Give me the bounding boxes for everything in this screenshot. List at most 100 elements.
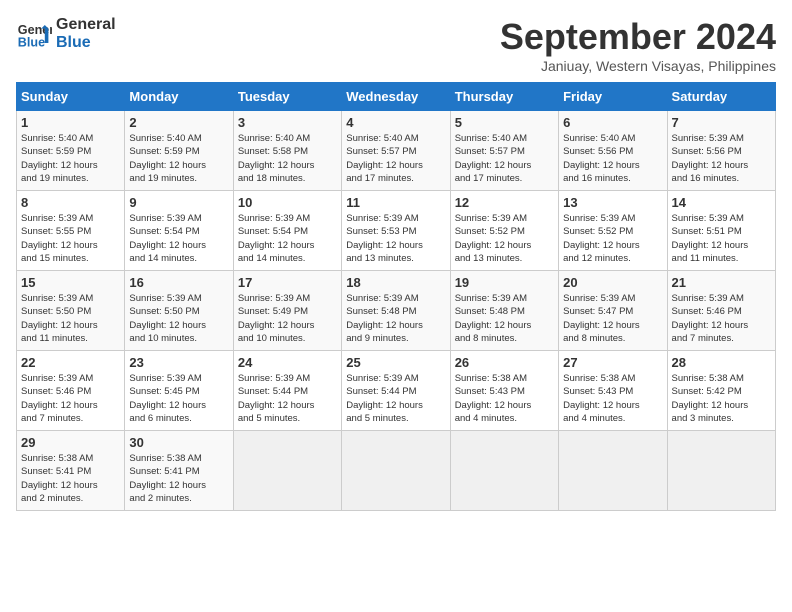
- table-row: 25 Sunrise: 5:39 AMSunset: 5:44 PMDayligh…: [342, 351, 450, 431]
- logo-icon: General Blue: [16, 16, 52, 52]
- table-row: 2 Sunrise: 5:40 AMSunset: 5:59 PMDaylight…: [125, 111, 233, 191]
- calendar-week-row: 8 Sunrise: 5:39 AMSunset: 5:55 PMDaylight…: [17, 191, 776, 271]
- day-number: 18: [346, 275, 445, 290]
- day-info: Sunrise: 5:39 AMSunset: 5:48 PMDaylight:…: [346, 292, 445, 345]
- table-row: 18 Sunrise: 5:39 AMSunset: 5:48 PMDayligh…: [342, 271, 450, 351]
- day-number: 17: [238, 275, 337, 290]
- day-number: 30: [129, 435, 228, 450]
- day-info: Sunrise: 5:38 AMSunset: 5:41 PMDaylight:…: [129, 452, 228, 505]
- day-number: 15: [21, 275, 120, 290]
- day-number: 3: [238, 115, 337, 130]
- day-info: Sunrise: 5:40 AMSunset: 5:59 PMDaylight:…: [129, 132, 228, 185]
- table-row: 28Sunrise: 5:38 AMSunset: 5:42 PMDayligh…: [667, 351, 775, 431]
- calendar-week-row: 15 Sunrise: 5:39 AMSunset: 5:50 PMDayligh…: [17, 271, 776, 351]
- header-row: Sunday Monday Tuesday Wednesday Thursday…: [17, 83, 776, 111]
- table-row: 11 Sunrise: 5:39 AMSunset: 5:53 PMDayligh…: [342, 191, 450, 271]
- day-number: 2: [129, 115, 228, 130]
- table-row: 10 Sunrise: 5:39 AMSunset: 5:54 PMDayligh…: [233, 191, 341, 271]
- table-row: 3 Sunrise: 5:40 AMSunset: 5:58 PMDaylight…: [233, 111, 341, 191]
- page-header: General Blue General Blue September 2024…: [16, 16, 776, 74]
- title-block: September 2024 Janiuay, Western Visayas,…: [500, 16, 776, 74]
- table-row: 14 Sunrise: 5:39 AMSunset: 5:51 PMDayligh…: [667, 191, 775, 271]
- day-info: Sunrise: 5:39 AMSunset: 5:47 PMDaylight:…: [563, 292, 662, 345]
- logo-line2: Blue: [56, 34, 116, 52]
- table-row: 19 Sunrise: 5:39 AMSunset: 5:48 PMDayligh…: [450, 271, 558, 351]
- day-number: 28: [672, 355, 771, 370]
- day-info: Sunrise: 5:39 AMSunset: 5:50 PMDaylight:…: [129, 292, 228, 345]
- day-number: 9: [129, 195, 228, 210]
- col-sunday: Sunday: [17, 83, 125, 111]
- day-info: Sunrise: 5:39 AMSunset: 5:51 PMDaylight:…: [672, 212, 771, 265]
- day-info: Sunrise: 5:39 AMSunset: 5:54 PMDaylight:…: [129, 212, 228, 265]
- table-row: [559, 431, 667, 511]
- table-row: 13 Sunrise: 5:39 AMSunset: 5:52 PMDayligh…: [559, 191, 667, 271]
- table-row: [450, 431, 558, 511]
- day-number: 29: [21, 435, 120, 450]
- day-number: 10: [238, 195, 337, 210]
- table-row: [667, 431, 775, 511]
- day-info: Sunrise: 5:39 AMSunset: 5:55 PMDaylight:…: [21, 212, 120, 265]
- col-saturday: Saturday: [667, 83, 775, 111]
- day-number: 5: [455, 115, 554, 130]
- day-number: 1: [21, 115, 120, 130]
- day-info: Sunrise: 5:39 AMSunset: 5:52 PMDaylight:…: [455, 212, 554, 265]
- day-info: Sunrise: 5:39 AMSunset: 5:46 PMDaylight:…: [672, 292, 771, 345]
- day-info: Sunrise: 5:39 AMSunset: 5:54 PMDaylight:…: [238, 212, 337, 265]
- day-info: Sunrise: 5:39 AMSunset: 5:49 PMDaylight:…: [238, 292, 337, 345]
- table-row: [342, 431, 450, 511]
- day-info: Sunrise: 5:39 AMSunset: 5:53 PMDaylight:…: [346, 212, 445, 265]
- day-info: Sunrise: 5:38 AMSunset: 5:43 PMDaylight:…: [455, 372, 554, 425]
- day-number: 14: [672, 195, 771, 210]
- day-info: Sunrise: 5:39 AMSunset: 5:44 PMDaylight:…: [346, 372, 445, 425]
- table-row: 21Sunrise: 5:39 AMSunset: 5:46 PMDayligh…: [667, 271, 775, 351]
- svg-text:Blue: Blue: [18, 36, 45, 50]
- table-row: 6Sunrise: 5:40 AMSunset: 5:56 PMDaylight…: [559, 111, 667, 191]
- day-info: Sunrise: 5:38 AMSunset: 5:41 PMDaylight:…: [21, 452, 120, 505]
- table-row: 5 Sunrise: 5:40 AMSunset: 5:57 PMDaylight…: [450, 111, 558, 191]
- calendar-table: Sunday Monday Tuesday Wednesday Thursday…: [16, 82, 776, 511]
- table-row: 20 Sunrise: 5:39 AMSunset: 5:47 PMDayligh…: [559, 271, 667, 351]
- day-number: 22: [21, 355, 120, 370]
- day-number: 11: [346, 195, 445, 210]
- day-info: Sunrise: 5:39 AMSunset: 5:48 PMDaylight:…: [455, 292, 554, 345]
- table-row: 9 Sunrise: 5:39 AMSunset: 5:54 PMDaylight…: [125, 191, 233, 271]
- table-row: 27 Sunrise: 5:38 AMSunset: 5:43 PMDayligh…: [559, 351, 667, 431]
- day-number: 23: [129, 355, 228, 370]
- day-number: 24: [238, 355, 337, 370]
- day-number: 6: [563, 115, 662, 130]
- table-row: 24Sunrise: 5:39 AMSunset: 5:44 PMDayligh…: [233, 351, 341, 431]
- col-wednesday: Wednesday: [342, 83, 450, 111]
- col-monday: Monday: [125, 83, 233, 111]
- day-number: 26: [455, 355, 554, 370]
- day-info: Sunrise: 5:40 AMSunset: 5:58 PMDaylight:…: [238, 132, 337, 185]
- day-number: 19: [455, 275, 554, 290]
- day-info: Sunrise: 5:40 AMSunset: 5:59 PMDaylight:…: [21, 132, 120, 185]
- table-row: 17 Sunrise: 5:39 AMSunset: 5:49 PMDayligh…: [233, 271, 341, 351]
- day-info: Sunrise: 5:39 AMSunset: 5:50 PMDaylight:…: [21, 292, 120, 345]
- day-number: 7: [672, 115, 771, 130]
- day-info: Sunrise: 5:39 AMSunset: 5:52 PMDaylight:…: [563, 212, 662, 265]
- calendar-week-row: 22Sunrise: 5:39 AMSunset: 5:46 PMDayligh…: [17, 351, 776, 431]
- calendar-week-row: 1 Sunrise: 5:40 AMSunset: 5:59 PMDaylight…: [17, 111, 776, 191]
- col-thursday: Thursday: [450, 83, 558, 111]
- day-number: 13: [563, 195, 662, 210]
- col-tuesday: Tuesday: [233, 83, 341, 111]
- day-number: 8: [21, 195, 120, 210]
- day-info: Sunrise: 5:39 AMSunset: 5:56 PMDaylight:…: [672, 132, 771, 185]
- day-number: 12: [455, 195, 554, 210]
- day-number: 25: [346, 355, 445, 370]
- day-info: Sunrise: 5:40 AMSunset: 5:57 PMDaylight:…: [455, 132, 554, 185]
- location-title: Janiuay, Western Visayas, Philippines: [500, 58, 776, 74]
- month-title: September 2024: [500, 16, 776, 58]
- day-number: 20: [563, 275, 662, 290]
- col-friday: Friday: [559, 83, 667, 111]
- table-row: 16Sunrise: 5:39 AMSunset: 5:50 PMDayligh…: [125, 271, 233, 351]
- table-row: 8 Sunrise: 5:39 AMSunset: 5:55 PMDaylight…: [17, 191, 125, 271]
- day-number: 27: [563, 355, 662, 370]
- table-row: 15 Sunrise: 5:39 AMSunset: 5:50 PMDayligh…: [17, 271, 125, 351]
- table-row: 23Sunrise: 5:39 AMSunset: 5:45 PMDayligh…: [125, 351, 233, 431]
- table-row: [233, 431, 341, 511]
- calendar-week-row: 29 Sunrise: 5:38 AMSunset: 5:41 PMDayligh…: [17, 431, 776, 511]
- table-row: 22Sunrise: 5:39 AMSunset: 5:46 PMDayligh…: [17, 351, 125, 431]
- day-info: Sunrise: 5:38 AMSunset: 5:43 PMDaylight:…: [563, 372, 662, 425]
